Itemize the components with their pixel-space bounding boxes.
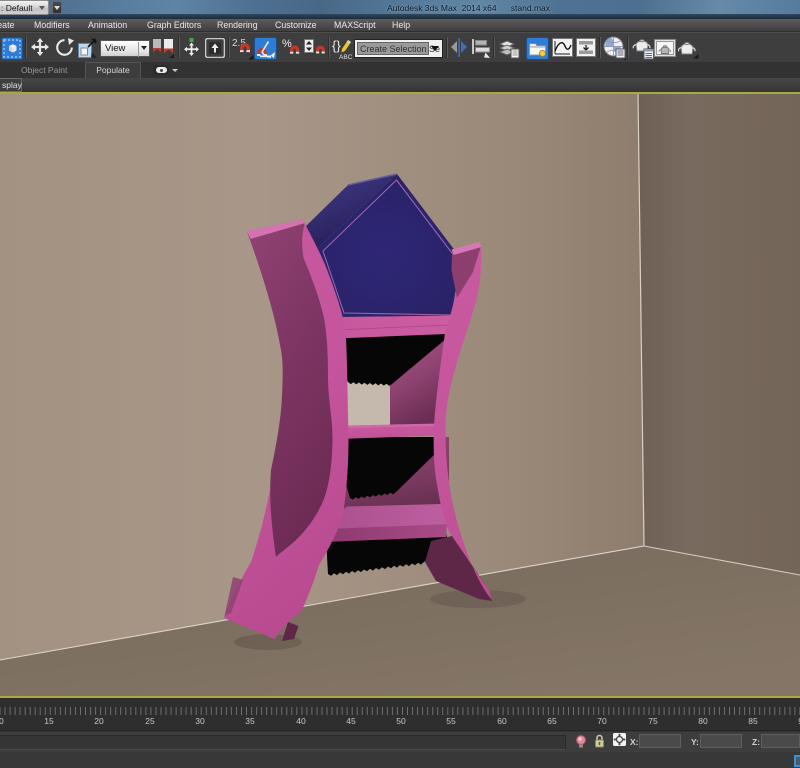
svg-text:{}: {}: [332, 38, 341, 53]
svg-text:ABC: ABC: [339, 54, 352, 60]
